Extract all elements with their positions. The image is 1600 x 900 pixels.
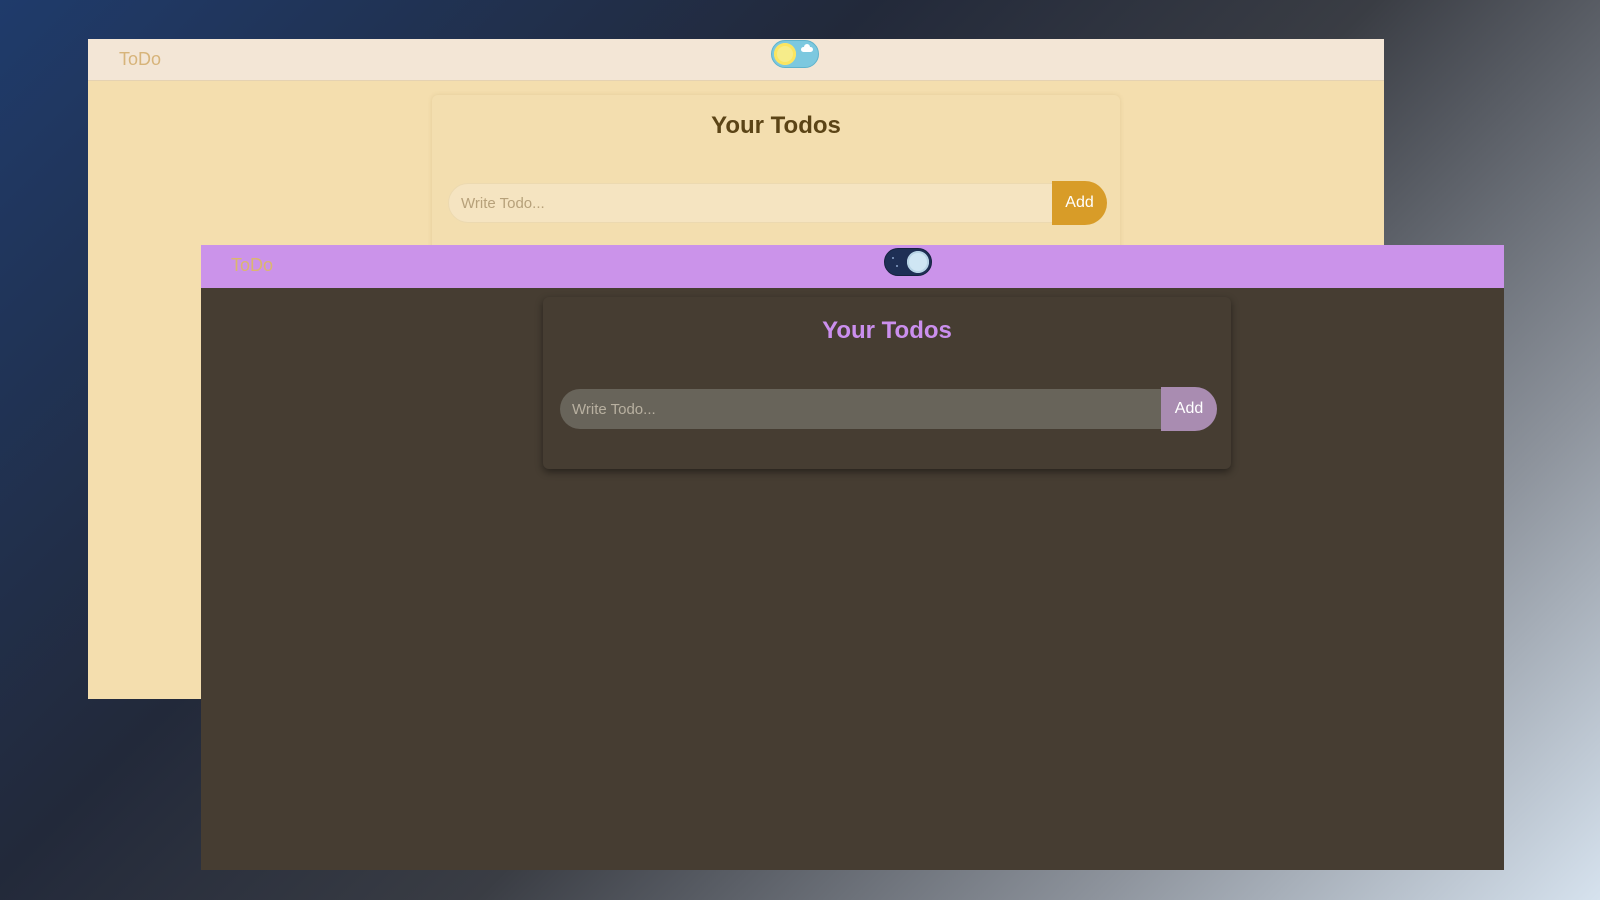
add-button[interactable]: Add <box>1161 387 1217 431</box>
theme-toggle[interactable] <box>771 40 819 68</box>
brand-logo[interactable]: ToDo <box>231 255 273 276</box>
moon-icon <box>907 251 929 273</box>
navbar: ToDo <box>201 245 1504 288</box>
page-title: Your Todos <box>822 317 952 344</box>
cloud-icon <box>801 44 813 52</box>
dark-theme-window: ToDo Your Todos Add <box>201 245 1504 870</box>
star-icon <box>892 257 894 259</box>
theme-toggle[interactable] <box>884 248 932 276</box>
navbar: ToDo <box>88 39 1384 81</box>
todo-card: Your Todos Add <box>543 297 1231 469</box>
add-button[interactable]: Add <box>1052 181 1107 225</box>
sun-icon <box>774 43 796 65</box>
page-title: Your Todos <box>711 112 841 139</box>
brand-logo[interactable]: ToDo <box>119 49 161 70</box>
todo-input[interactable] <box>560 389 1162 429</box>
todo-input[interactable] <box>448 183 1053 223</box>
star-icon <box>896 265 898 267</box>
